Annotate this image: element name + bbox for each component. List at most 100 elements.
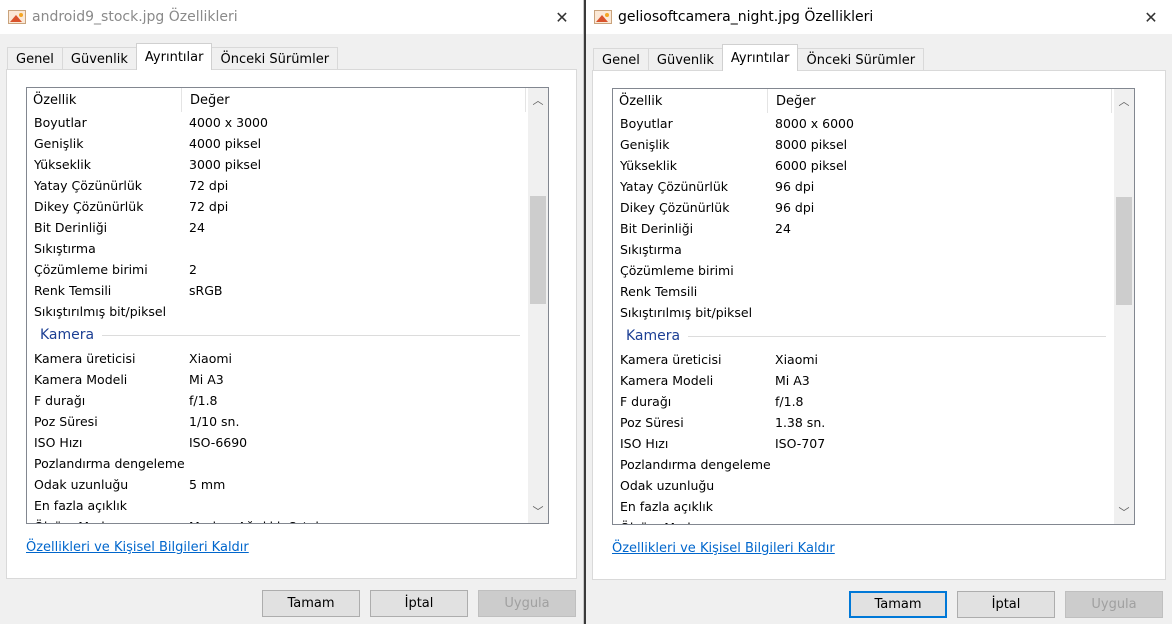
remove-properties-link[interactable]: Özellikleri ve Kişisel Bilgileri Kaldır: [612, 541, 835, 556]
tab-general[interactable]: Genel: [7, 47, 63, 70]
list-item[interactable]: Renk Temsili: [613, 281, 1114, 302]
property-name: Genişlik: [34, 136, 84, 151]
column-header-value[interactable]: Değer: [182, 88, 526, 112]
list-item[interactable]: Sıkıştırılmış bit/piksel: [27, 301, 528, 322]
property-name: Çözümleme birimi: [620, 263, 734, 278]
chevron-down-icon[interactable]: ﹀: [1114, 502, 1134, 522]
list-item[interactable]: Dikey Çözünürlük 72 dpi: [27, 196, 528, 217]
tab-security[interactable]: Güvenlik: [647, 48, 723, 71]
list-item[interactable]: F durağı f/1.8: [27, 390, 528, 411]
chevron-up-icon[interactable]: ︿: [528, 90, 548, 110]
property-value: 2: [189, 262, 197, 277]
property-rows: Özellik Değer Boyutlar 4000 x 3000 Genişlik 4…: [27, 88, 528, 523]
list-item[interactable]: F durağı f/1.8: [613, 391, 1114, 412]
close-icon[interactable]: ✕: [541, 0, 583, 34]
property-name: Dikey Çözünürlük: [620, 200, 730, 215]
list-item[interactable]: Odak uzunluğu 5 mm: [27, 474, 528, 495]
list-item[interactable]: Yükseklik 3000 piksel: [27, 154, 528, 175]
list-item[interactable]: Boyutlar 8000 x 6000: [613, 113, 1114, 134]
tab-details[interactable]: Ayrıntılar: [135, 43, 213, 70]
list-item[interactable]: Genişlik 8000 piksel: [613, 134, 1114, 155]
list-item[interactable]: Sıkıştırma: [27, 238, 528, 259]
property-name: Odak uzunluğu: [620, 478, 715, 493]
list-item[interactable]: En fazla açıklık: [613, 496, 1114, 517]
column-header-value[interactable]: Değer: [768, 89, 1112, 113]
list-item[interactable]: Yatay Çözünürlük 72 dpi: [27, 175, 528, 196]
column-header-property[interactable]: Özellik: [27, 88, 182, 112]
list-item[interactable]: Renk Temsili sRGB: [27, 280, 528, 301]
list-item[interactable]: Bit Derinliği 24: [27, 217, 528, 238]
property-value: 4000 x 3000: [189, 115, 268, 130]
list-item[interactable]: Ölçüm ModuMerkez Ağırlıklı Ortalama: [27, 516, 528, 523]
list-item[interactable]: Çözümleme birimi: [613, 260, 1114, 281]
list-item[interactable]: Kamera Modeli Mi A3: [613, 370, 1114, 391]
tab-general[interactable]: Genel: [593, 48, 649, 71]
property-name: Sıkıştırılmış bit/piksel: [34, 304, 167, 319]
list-item[interactable]: Sıkıştırma: [613, 239, 1114, 260]
list-item[interactable]: Pozlandırma dengeleme: [27, 453, 528, 474]
cancel-button[interactable]: İptal: [370, 590, 468, 617]
list-item[interactable]: Dikey Çözünürlük 96 dpi: [613, 197, 1114, 218]
list-item[interactable]: Odak uzunluğu: [613, 475, 1114, 496]
title-bar[interactable]: geliosoftcamera_night.jpg Özellikleri ✕: [586, 0, 1172, 34]
scroll-thumb[interactable]: [1116, 197, 1132, 305]
properties-window-left: android9_stock.jpg Özellikleri ✕ Genel G…: [0, 0, 584, 624]
column-header-property[interactable]: Özellik: [613, 89, 768, 113]
list-item[interactable]: ISO Hızı ISO-707: [613, 433, 1114, 454]
tab-previous-versions[interactable]: Önceki Sürümler: [797, 48, 925, 71]
property-name: Kamera Modeli: [34, 372, 128, 387]
list-item[interactable]: Yatay Çözünürlük 96 dpi: [613, 176, 1114, 197]
property-value: 5 mm: [189, 477, 226, 492]
ok-button[interactable]: Tamam: [849, 591, 947, 618]
remove-properties-link[interactable]: Özellikleri ve Kişisel Bilgileri Kaldır: [26, 540, 249, 555]
list-item[interactable]: Sıkıştırılmış bit/piksel: [613, 302, 1114, 323]
property-value: Xiaomi: [775, 352, 818, 367]
tab-security[interactable]: Güvenlik: [61, 47, 137, 70]
close-icon[interactable]: ✕: [1130, 0, 1172, 34]
ok-button[interactable]: Tamam: [262, 590, 360, 617]
list-item[interactable]: Çözümleme birimi 2: [27, 259, 528, 280]
property-list[interactable]: Özellik Değer Boyutlar 8000 x 6000 Genişlik 8…: [612, 88, 1135, 525]
property-name: Sıkıştırma: [620, 242, 682, 257]
property-name: Kamera üreticisi: [620, 352, 722, 367]
list-item[interactable]: Yükseklik 6000 piksel: [613, 155, 1114, 176]
property-name: Dikey Çözünürlük: [34, 199, 144, 214]
scroll-thumb[interactable]: [530, 196, 546, 304]
property-name: Pozlandırma dengeleme: [620, 457, 771, 472]
tab-previous-versions[interactable]: Önceki Sürümler: [211, 47, 339, 70]
list-item[interactable]: Ölçüm Modu: [613, 517, 1114, 524]
list-item[interactable]: Bit Derinliği 24: [613, 218, 1114, 239]
property-value: Mi A3: [775, 373, 810, 388]
group-header-camera: Kamera: [613, 323, 1114, 349]
property-name: En fazla açıklık: [620, 499, 713, 514]
list-item[interactable]: Kamera üreticisi Xiaomi: [613, 349, 1114, 370]
list-item[interactable]: Poz Süresi 1.38 sn.: [613, 412, 1114, 433]
property-list[interactable]: Özellik Değer Boyutlar 4000 x 3000 Genişlik 4…: [26, 87, 549, 524]
apply-button[interactable]: Uygula: [478, 590, 576, 617]
list-item[interactable]: Kamera üreticisi Xiaomi: [27, 348, 528, 369]
property-name: Yükseklik: [34, 157, 91, 172]
list-item[interactable]: ISO Hızı ISO-6690: [27, 432, 528, 453]
vertical-scrollbar[interactable]: ︿ ﹀: [528, 88, 548, 523]
cancel-button[interactable]: İptal: [957, 591, 1055, 618]
vertical-scrollbar[interactable]: ︿ ﹀: [1114, 89, 1134, 524]
window-title: geliosoftcamera_night.jpg Özellikleri: [618, 9, 874, 25]
window-title: android9_stock.jpg Özellikleri: [32, 9, 238, 25]
property-name: En fazla açıklık: [34, 498, 127, 513]
property-value: 72 dpi: [189, 178, 229, 193]
chevron-up-icon[interactable]: ︿: [1114, 91, 1134, 111]
property-value: f/1.8: [775, 394, 804, 409]
list-item[interactable]: En fazla açıklık: [27, 495, 528, 516]
list-item[interactable]: Kamera Modeli Mi A3: [27, 369, 528, 390]
list-item[interactable]: Genişlik 4000 piksel: [27, 133, 528, 154]
property-value: Xiaomi: [189, 351, 232, 366]
title-bar[interactable]: android9_stock.jpg Özellikleri ✕: [0, 0, 583, 34]
property-name: Boyutlar: [620, 116, 673, 131]
list-item[interactable]: Pozlandırma dengeleme: [613, 454, 1114, 475]
tab-details[interactable]: Ayrıntılar: [721, 44, 799, 71]
list-item[interactable]: Poz Süresi 1/10 sn.: [27, 411, 528, 432]
apply-button[interactable]: Uygula: [1065, 591, 1163, 618]
chevron-down-icon[interactable]: ﹀: [528, 501, 548, 521]
list-item[interactable]: Boyutlar 4000 x 3000: [27, 112, 528, 133]
property-value: f/1.8: [189, 393, 218, 408]
